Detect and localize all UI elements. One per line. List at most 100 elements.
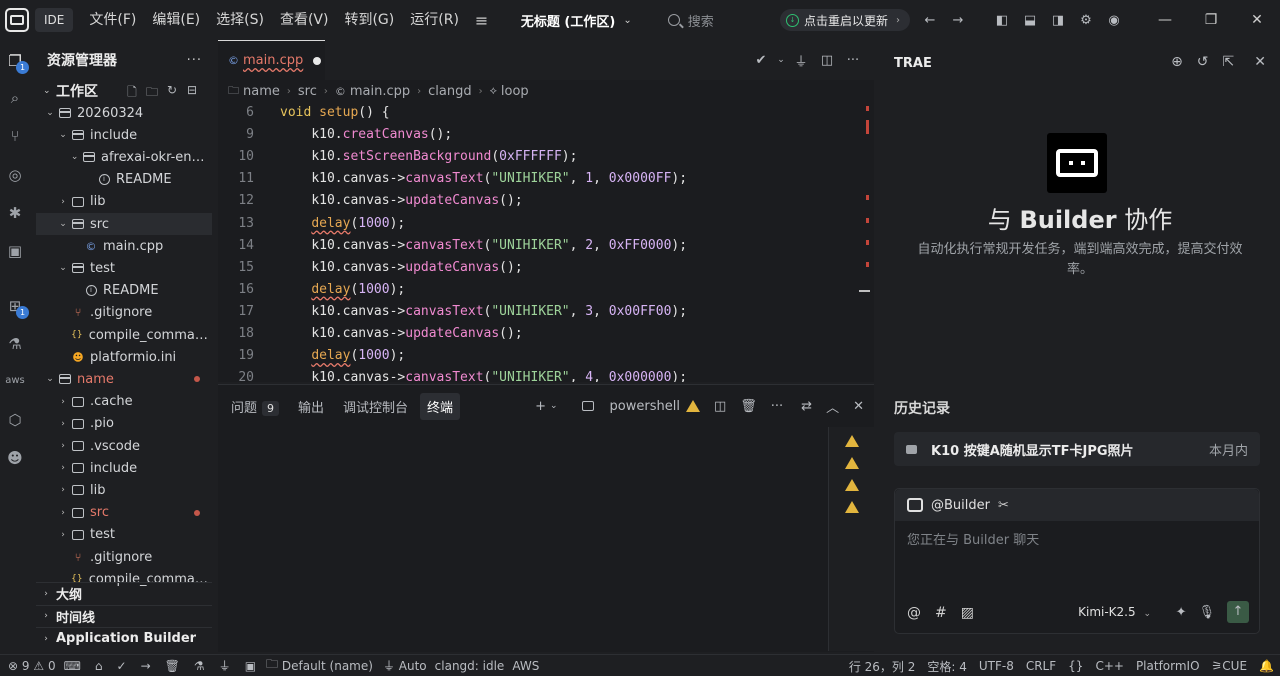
source-control-icon[interactable]: ⑂ — [4, 125, 26, 147]
sparkle-icon[interactable]: ✦ — [1176, 605, 1187, 620]
history-item[interactable]: K10 按键A随机显示TF卡JPG照片 本月内 — [894, 432, 1260, 466]
new-terminal-icon[interactable]: + — [535, 399, 546, 414]
refresh-icon[interactable]: ↻ — [162, 83, 182, 104]
tree-item[interactable]: › .pio — [36, 413, 212, 435]
warning-icon[interactable] — [845, 501, 859, 513]
more-actions-icon[interactable]: ··· — [187, 53, 202, 68]
minimize-icon[interactable]: — — [1142, 12, 1188, 28]
remote-explorer-icon[interactable]: ◎ — [4, 164, 26, 186]
panel-tab[interactable]: 问题 9 — [224, 393, 286, 420]
new-folder-icon[interactable]: 🗀 — [142, 83, 162, 104]
sidebar-section[interactable]: › 大纲 — [36, 582, 212, 604]
encoding[interactable]: UTF-8 — [979, 659, 1014, 673]
serial-monitor-icon[interactable]: ▣ — [245, 659, 256, 673]
ide-badge[interactable]: IDE — [35, 8, 74, 32]
hash-icon[interactable]: # — [935, 605, 947, 621]
workspace-title[interactable]: 无标题 (工作区) — [521, 11, 615, 30]
clangd-status[interactable]: clangd: idle — [435, 659, 505, 673]
search-view-icon[interactable]: ⌕ — [4, 87, 26, 109]
breadcrumb-item[interactable]: clangd — [428, 84, 471, 99]
back-arrow-icon[interactable]: ← — [916, 13, 944, 28]
panel-tab[interactable]: 调试控制台 — [336, 393, 415, 420]
panel-layout-icon[interactable]: ⇄ — [801, 399, 812, 414]
chevron-down-icon[interactable]: ⌄ — [550, 401, 558, 411]
toggle-secondary-sidebar-icon[interactable]: ◨ — [1044, 13, 1072, 28]
aws-status[interactable]: AWS — [512, 659, 539, 673]
new-chat-icon[interactable]: ⊕ — [1171, 54, 1183, 70]
image-icon[interactable]: ▨ — [961, 605, 974, 621]
split-terminal-icon[interactable]: ◫ — [714, 399, 726, 414]
tree-item[interactable]: › .cache — [36, 391, 212, 413]
tree-item[interactable]: ⌄ include — [36, 124, 212, 146]
debug-icon[interactable]: ✱ — [4, 202, 26, 224]
breadcrumb-item[interactable]: main.cpp — [350, 84, 410, 99]
code-view[interactable]: 6 void setup() {9 k10.creatCanvas(); 10 k1… — [218, 102, 858, 382]
sidebar-section[interactable]: › Application Builder — [36, 627, 212, 649]
search-box[interactable]: 搜索 — [667, 11, 714, 30]
agent-selector[interactable]: @Builder ✂ — [895, 489, 1259, 521]
tree-item[interactable]: i README — [36, 280, 212, 302]
split-editor-icon[interactable]: ◫ — [814, 53, 840, 68]
test-icon[interactable]: ⚗ — [194, 659, 205, 673]
trash-icon[interactable]: 🗑 — [165, 659, 180, 673]
platformio-status[interactable]: PlatformIO — [1136, 659, 1200, 673]
forward-arrow-icon[interactable]: → — [944, 13, 972, 28]
cube-icon[interactable]: ⬡ — [4, 409, 26, 431]
chat-input[interactable] — [907, 533, 1247, 548]
close-icon[interactable]: ✕ — [1254, 54, 1266, 70]
chevron-down-icon[interactable]: ⌄ — [623, 15, 631, 26]
aws-icon[interactable]: aws — [4, 370, 26, 392]
cursor-position[interactable]: 行 26，列 2 — [849, 658, 916, 675]
new-file-icon[interactable]: 🗋 — [122, 83, 142, 104]
ports-icon[interactable]: ⌨ — [64, 659, 81, 673]
tools-icon[interactable]: ✂ — [998, 498, 1009, 513]
indentation[interactable]: 空格: 4 — [927, 658, 967, 675]
breadcrumb-item[interactable]: name — [243, 84, 280, 99]
project-env[interactable]: 🗀 Default (name) — [266, 655, 373, 676]
restore-icon[interactable]: ❐ — [1188, 12, 1234, 28]
tree-item[interactable]: › lib — [36, 191, 212, 213]
tree-item[interactable]: ⌄ name — [36, 368, 212, 390]
tree-item[interactable]: › test — [36, 524, 212, 546]
trash-icon[interactable]: 🗑 — [740, 399, 757, 414]
maximize-panel-icon[interactable]: ︿ — [826, 397, 839, 416]
collapse-all-icon[interactable]: ⊟ — [182, 83, 202, 104]
tree-item[interactable]: © main.cpp — [36, 235, 212, 257]
braces-icon[interactable]: {} — [1068, 659, 1083, 673]
testing-icon[interactable]: ⚗ — [4, 333, 26, 355]
chevron-down-icon[interactable]: ⌄ — [774, 55, 788, 65]
plug-icon[interactable]: ⏚ — [788, 51, 814, 70]
gear-icon[interactable]: ⚙ — [1072, 13, 1100, 28]
tree-item[interactable]: ☻ platformio.ini — [36, 346, 212, 368]
menu-item[interactable]: 转到(G) — [336, 0, 402, 40]
history-icon[interactable]: ↺ — [1197, 54, 1209, 70]
tree-item[interactable]: ⌄ 20260324 — [36, 102, 212, 124]
auto-status[interactable]: ⏚ Auto — [383, 657, 427, 674]
panel-tab[interactable]: 终端 — [420, 392, 461, 420]
platformio-icon[interactable]: ☻ — [4, 447, 26, 469]
menu-item[interactable]: 选择(S) — [208, 0, 272, 40]
more-actions-icon[interactable]: ··· — [771, 399, 783, 414]
explorer-icon[interactable]: ❐ 1 — [4, 50, 29, 74]
extensions-icon[interactable]: ⊞ 1 — [4, 295, 29, 319]
cue-status[interactable]: ⚞ CUE — [1212, 659, 1248, 673]
warning-icon[interactable] — [845, 435, 859, 447]
tree-item[interactable]: ⑂ .gitignore — [36, 302, 212, 324]
toggle-sidebar-icon[interactable]: ◧ — [988, 13, 1016, 28]
open-external-icon[interactable]: ⇱ — [1223, 54, 1235, 70]
tree-item[interactable]: ⌄ afrexai-okr-engi... — [36, 146, 212, 168]
tree-item[interactable]: › lib — [36, 479, 212, 501]
notifications-icon[interactable]: 🔔 — [1259, 659, 1274, 673]
microphone-icon[interactable]: 🎙 — [1198, 605, 1215, 620]
remote-window-icon[interactable]: ▣ — [4, 240, 26, 262]
plug-icon[interactable]: ⏚ — [219, 657, 231, 674]
menu-item[interactable]: 编辑(E) — [144, 0, 208, 40]
tree-item[interactable]: › src — [36, 502, 212, 524]
tree-item[interactable]: › include — [36, 457, 212, 479]
check-icon[interactable]: ✔ — [748, 53, 774, 68]
toggle-panel-icon[interactable]: ⬓ — [1016, 13, 1044, 28]
tree-item[interactable]: ⑂ .gitignore — [36, 546, 212, 568]
panel-tab[interactable]: 输出 — [291, 393, 331, 420]
warning-icon[interactable] — [845, 457, 859, 469]
menu-item[interactable]: 运行(R) — [402, 0, 467, 40]
